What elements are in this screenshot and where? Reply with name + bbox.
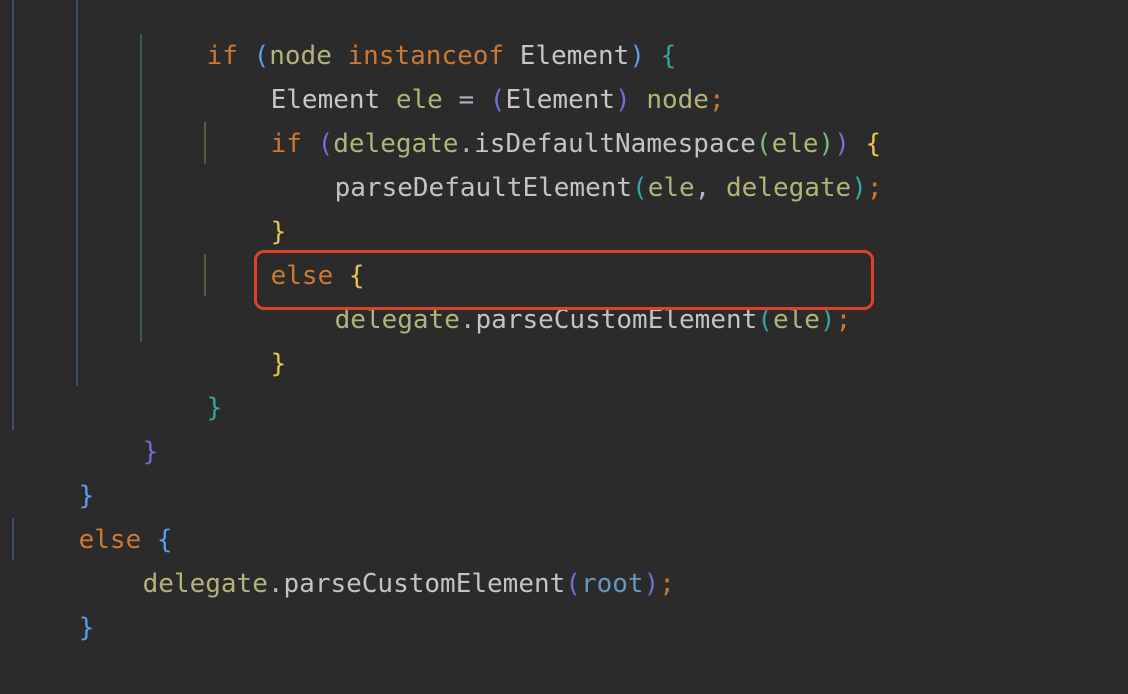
brace: }: [78, 613, 95, 643]
code-line[interactable]: }: [144, 342, 223, 423]
code-line[interactable]: }: [16, 562, 95, 643]
semicolon: ;: [866, 173, 883, 203]
brace: }: [206, 393, 223, 423]
code-line[interactable]: parseDefaultElement(ele, delegate);: [272, 122, 883, 203]
method-name: parseDefaultElement: [334, 173, 633, 203]
brace: }: [142, 437, 159, 467]
identifier: ele: [647, 173, 695, 203]
code-line[interactable]: else {: [16, 474, 173, 555]
semicolon: ;: [659, 569, 675, 599]
indent-guide: [140, 34, 142, 342]
code-line[interactable]: Element ele = (Element) node;: [208, 34, 725, 115]
code-line[interactable]: if (delegate.isDefaultNamespace(ele)) {: [208, 78, 882, 159]
brace: }: [270, 349, 287, 379]
highlight-box: [254, 250, 874, 310]
comma: ,: [694, 173, 726, 203]
indent-guide: [12, 0, 14, 430]
paren: (: [632, 173, 648, 203]
code-line[interactable]: }: [80, 386, 159, 467]
indent-guide: [12, 518, 14, 560]
identifier: delegate: [142, 569, 268, 599]
code-line[interactable]: }: [208, 166, 287, 247]
code-line[interactable]: else {: [208, 210, 365, 291]
dot: .: [267, 569, 284, 599]
indent-guide: [76, 0, 78, 386]
paren: (: [565, 569, 581, 599]
indent-guide: [204, 254, 206, 296]
code-line[interactable]: delegate.parseCustomElement(root);: [80, 518, 675, 599]
paren: ): [851, 173, 867, 203]
identifier: delegate: [725, 173, 852, 203]
indent-guide: [204, 122, 206, 164]
code-editor[interactable]: if (node instanceof Element) { Element e…: [0, 0, 1128, 643]
code-line[interactable]: }: [16, 430, 95, 511]
paren: ): [643, 569, 660, 599]
code-line[interactable]: if (node instanceof Element) {: [144, 0, 677, 71]
identifier: root: [580, 569, 644, 599]
method-name: parseCustomElement: [283, 569, 566, 599]
